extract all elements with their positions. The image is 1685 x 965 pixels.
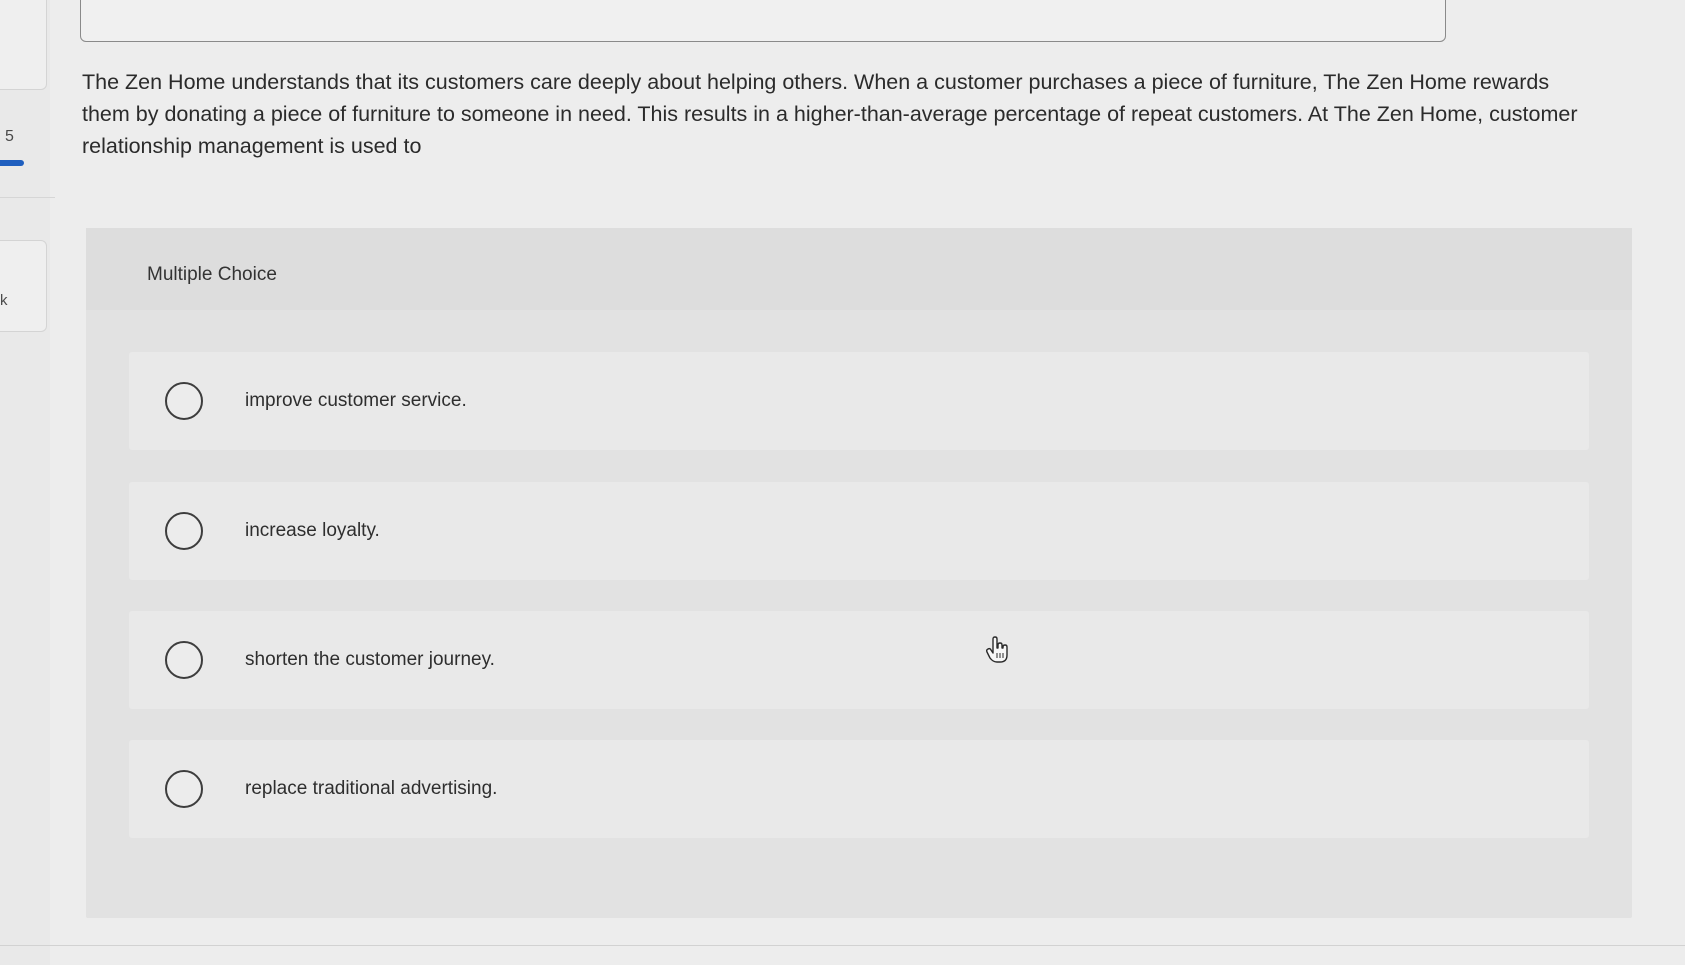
sidebar-divider — [0, 197, 55, 198]
answer-option[interactable]: improve customer service. — [129, 352, 1589, 450]
question-number[interactable]: 5 — [5, 128, 14, 146]
radio-circle-icon[interactable] — [165, 382, 203, 420]
radio-circle-icon[interactable] — [165, 641, 203, 679]
answer-option[interactable]: shorten the customer journey. — [129, 611, 1589, 709]
progress-indicator — [0, 160, 24, 166]
answer-option[interactable]: increase loyalty. — [129, 482, 1589, 580]
sidebar-card[interactable] — [0, 240, 47, 332]
sidebar-partial-label: k — [0, 292, 8, 309]
radio-circle-icon[interactable] — [165, 512, 203, 550]
question-sidebar: 5 k — [0, 0, 55, 965]
hand-pointer-icon — [985, 636, 1008, 663]
previous-content-box — [80, 0, 1446, 42]
answer-option-label[interactable]: increase loyalty. — [245, 520, 380, 542]
page-divider — [0, 945, 1685, 946]
radio-circle-icon[interactable] — [165, 770, 203, 808]
sidebar-card[interactable] — [0, 0, 47, 90]
multiple-choice-label: Multiple Choice — [147, 264, 277, 285]
multiple-choice-panel: Multiple Choice improve customer service… — [86, 228, 1632, 918]
answer-option[interactable]: replace traditional advertising. — [129, 740, 1589, 838]
answer-option-label[interactable]: improve customer service. — [245, 390, 467, 412]
answer-option-label[interactable]: replace traditional advertising. — [245, 778, 497, 800]
question-prompt: The Zen Home understands that its custom… — [82, 70, 1578, 158]
answer-option-label[interactable]: shorten the customer journey. — [245, 649, 495, 671]
multiple-choice-header: Multiple Choice — [86, 228, 1632, 310]
